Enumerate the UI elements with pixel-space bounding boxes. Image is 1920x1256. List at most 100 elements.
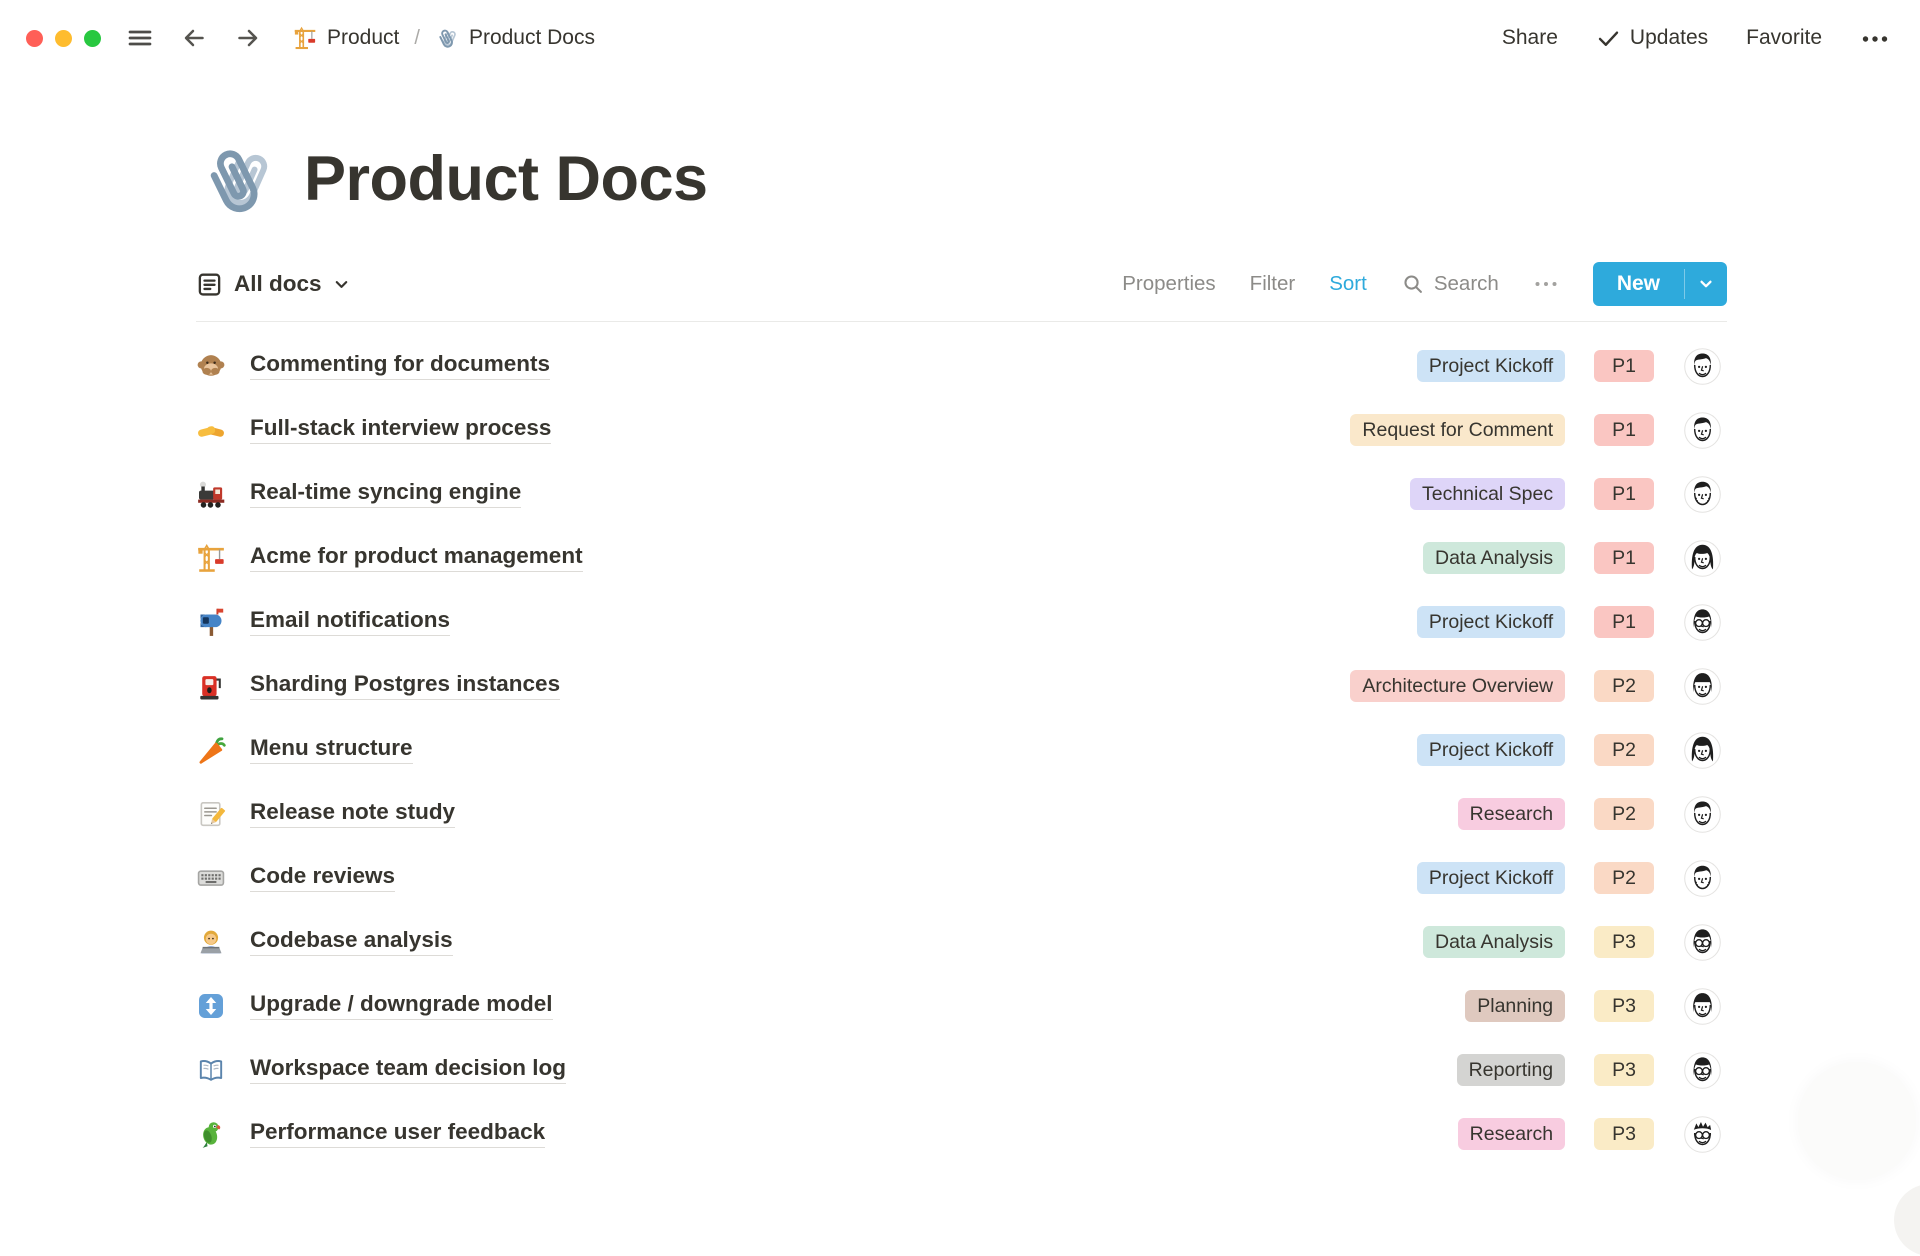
sort-button[interactable]: Sort — [1329, 272, 1367, 296]
window-controls — [26, 30, 101, 47]
doc-title-link[interactable]: Acme for product management — [250, 544, 583, 573]
handshake-icon — [196, 415, 228, 445]
priority-pill[interactable]: P3 — [1594, 1118, 1654, 1150]
doc-row[interactable]: Sharding Postgres instances Architecture … — [196, 654, 1727, 718]
view-switcher[interactable]: All docs — [196, 271, 350, 298]
tag-pill[interactable]: Request for Comment — [1350, 414, 1565, 446]
search-button[interactable]: Search — [1401, 272, 1499, 297]
tag-pill[interactable]: Project Kickoff — [1417, 606, 1565, 638]
tag-pill[interactable]: Technical Spec — [1410, 478, 1565, 510]
avatar[interactable] — [1684, 412, 1721, 449]
priority-pill[interactable]: P1 — [1594, 414, 1654, 446]
tag-pill[interactable]: Project Kickoff — [1417, 350, 1565, 382]
doc-row[interactable]: Commenting for documents Project Kickoff P… — [196, 334, 1727, 398]
avatar[interactable] — [1684, 1052, 1721, 1089]
doc-title-link[interactable]: Commenting for documents — [250, 352, 550, 381]
doc-row[interactable]: Upgrade / downgrade model Planning P3 — [196, 974, 1727, 1038]
new-dropdown-button[interactable] — [1685, 262, 1727, 306]
doc-row[interactable]: Real-time syncing engine Technical Spec P1 — [196, 462, 1727, 526]
breadcrumb-product-docs[interactable]: Product Docs — [435, 26, 595, 50]
keyboard-icon — [196, 863, 228, 893]
doc-title-link[interactable]: Workspace team decision log — [250, 1056, 566, 1085]
avatar[interactable] — [1684, 668, 1721, 705]
doc-row[interactable]: Menu structure Project Kickoff P2 — [196, 718, 1727, 782]
tag-pill[interactable]: Data Analysis — [1423, 926, 1565, 958]
paperclip-icon — [435, 26, 459, 50]
doc-row[interactable]: Code reviews Project Kickoff P2 — [196, 846, 1727, 910]
doc-title-link[interactable]: Real-time syncing engine — [250, 480, 521, 509]
avatar[interactable] — [1684, 796, 1721, 833]
favorite-button[interactable]: Favorite — [1746, 26, 1822, 50]
close-window-button[interactable] — [26, 30, 43, 47]
crane-icon — [293, 26, 317, 50]
doc-row[interactable]: Codebase analysis Data Analysis P3 — [196, 910, 1727, 974]
doc-title-link[interactable]: Sharding Postgres instances — [250, 672, 560, 701]
priority-pill[interactable]: P2 — [1594, 734, 1654, 766]
doc-title-link[interactable]: Email notifications — [250, 608, 450, 637]
doc-title-link[interactable]: Upgrade / downgrade model — [250, 992, 553, 1021]
doc-row[interactable]: Release note study Research P2 — [196, 782, 1727, 846]
share-button[interactable]: Share — [1502, 26, 1558, 50]
tag-pill[interactable]: Data Analysis — [1423, 542, 1565, 574]
tag-pill[interactable]: Architecture Overview — [1350, 670, 1565, 702]
sidebar-menu-icon[interactable] — [125, 24, 155, 52]
priority-pill[interactable]: P1 — [1594, 542, 1654, 574]
doc-row[interactable]: Workspace team decision log Reporting P3 — [196, 1038, 1727, 1102]
avatar[interactable] — [1684, 348, 1721, 385]
tag-pill[interactable]: Reporting — [1457, 1054, 1566, 1086]
doc-title-link[interactable]: Release note study — [250, 800, 455, 829]
tag-pill[interactable]: Research — [1458, 1118, 1565, 1150]
doc-row[interactable]: Acme for product management Data Analysis… — [196, 526, 1727, 590]
more-icon[interactable] — [1860, 24, 1890, 52]
chevron-down-icon — [333, 276, 350, 293]
doc-row[interactable]: Performance user feedback Research P3 — [196, 1102, 1727, 1166]
priority-pill[interactable]: P1 — [1594, 350, 1654, 382]
paperclip-icon[interactable] — [196, 138, 278, 220]
avatar[interactable] — [1684, 604, 1721, 641]
priority-pill[interactable]: P3 — [1594, 1054, 1654, 1086]
avatar[interactable] — [1684, 540, 1721, 577]
back-icon[interactable] — [179, 24, 209, 52]
priority-pill[interactable]: P1 — [1594, 478, 1654, 510]
minimize-window-button[interactable] — [55, 30, 72, 47]
tag-pill[interactable]: Project Kickoff — [1417, 862, 1565, 894]
doc-row[interactable]: Full-stack interview process Request for … — [196, 398, 1727, 462]
priority-pill[interactable]: P3 — [1594, 990, 1654, 1022]
tag-pill[interactable]: Project Kickoff — [1417, 734, 1565, 766]
filter-button[interactable]: Filter — [1250, 272, 1296, 296]
search-icon — [1401, 272, 1426, 297]
avatar[interactable] — [1684, 860, 1721, 897]
tag-pill[interactable]: Planning — [1465, 990, 1565, 1022]
priority-pill[interactable]: P3 — [1594, 926, 1654, 958]
window-titlebar: Product / Product Docs Share Updates Fav… — [0, 0, 1920, 76]
properties-button[interactable]: Properties — [1122, 272, 1215, 296]
new-button-main[interactable]: New — [1593, 262, 1684, 306]
tag-pill[interactable]: Research — [1458, 798, 1565, 830]
doc-title-link[interactable]: Menu structure — [250, 736, 413, 765]
avatar[interactable] — [1684, 1116, 1721, 1153]
doc-title-link[interactable]: Codebase analysis — [250, 928, 453, 957]
doc-title-link[interactable]: Performance user feedback — [250, 1120, 545, 1149]
doc-row[interactable]: Email notifications Project Kickoff P1 — [196, 590, 1727, 654]
zoom-window-button[interactable] — [84, 30, 101, 47]
open-book-icon — [196, 1055, 228, 1085]
avatar[interactable] — [1684, 732, 1721, 769]
avatar[interactable] — [1684, 924, 1721, 961]
forward-icon[interactable] — [233, 24, 263, 52]
corner-decoration — [1894, 1184, 1920, 1256]
toolbar-more-icon[interactable] — [1533, 271, 1559, 297]
doc-title-link[interactable]: Full-stack interview process — [250, 416, 551, 445]
priority-pill[interactable]: P2 — [1594, 862, 1654, 894]
priority-pill[interactable]: P2 — [1594, 798, 1654, 830]
priority-pill[interactable]: P2 — [1594, 670, 1654, 702]
avatar[interactable] — [1684, 476, 1721, 513]
doc-title-link[interactable]: Code reviews — [250, 864, 395, 893]
priority-pill[interactable]: P1 — [1594, 606, 1654, 638]
avatar[interactable] — [1684, 988, 1721, 1025]
page-title[interactable]: Product Docs — [304, 143, 708, 215]
database-toolbar: All docs Properties Filter Sort Search N… — [196, 262, 1727, 322]
titlebar-actions: Share Updates Favorite — [1502, 24, 1890, 52]
updates-button[interactable]: Updates — [1596, 26, 1708, 51]
breadcrumb-product[interactable]: Product — [293, 26, 399, 50]
corner-decoration — [1798, 1062, 1916, 1180]
